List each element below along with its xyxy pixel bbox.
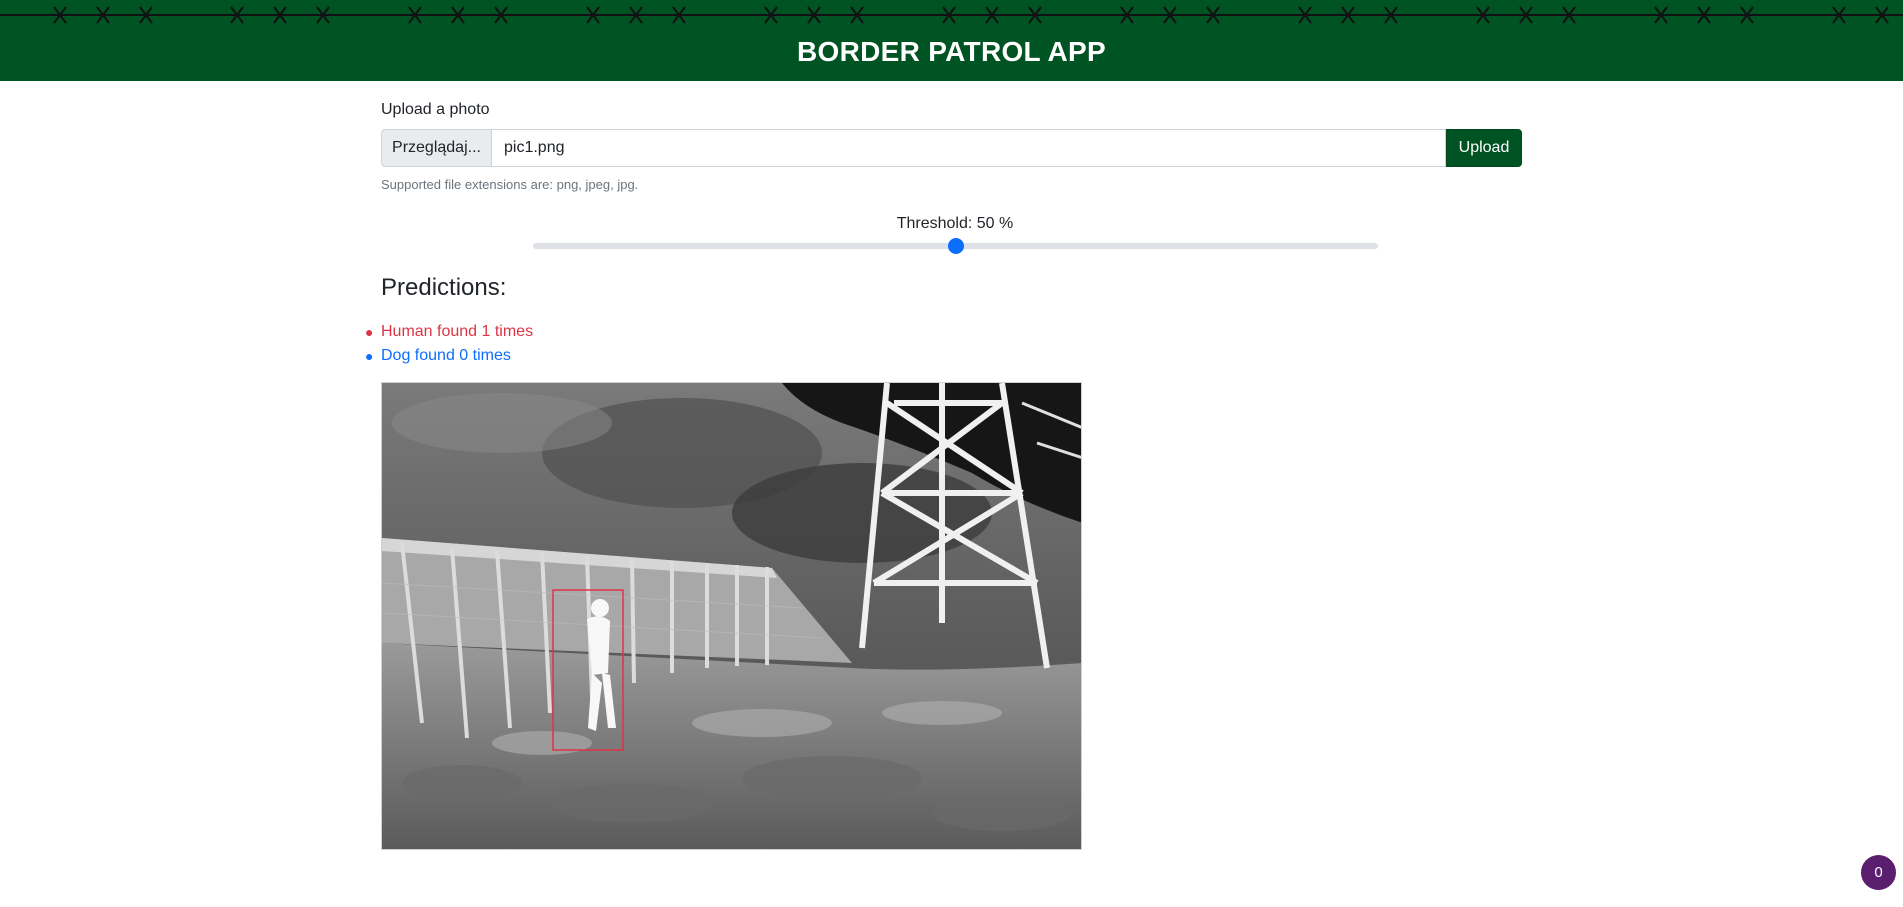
barb-icon: [1119, 6, 1135, 24]
barb-icon: [1874, 6, 1890, 24]
threshold-slider-thumb[interactable]: [947, 238, 964, 254]
barb-icon: [585, 6, 601, 24]
barb-icon: [138, 6, 154, 24]
barb-icon: [806, 6, 822, 24]
barb-icon: [1739, 6, 1755, 24]
upload-label: Upload a photo: [381, 101, 490, 118]
barb-icon: [450, 6, 466, 24]
barb-icon: [1205, 6, 1221, 24]
prediction-dog: ● Dog found 0 times: [365, 344, 533, 368]
browse-button[interactable]: Przeglądaj...: [381, 129, 492, 167]
notification-badge[interactable]: 0: [1861, 855, 1896, 890]
barbed-wire-decoration: [0, 6, 1903, 24]
barb-icon: [1297, 6, 1313, 24]
predictions-list: ● Human found 1 times ● Dog found 0 time…: [365, 320, 534, 368]
barb-icon: [493, 6, 509, 24]
barb-icon: [95, 6, 111, 24]
barb-icon: [763, 6, 779, 24]
barb-icon: [941, 6, 957, 24]
barb-icon: [1027, 6, 1043, 24]
prediction-human: ● Human found 1 times: [365, 320, 534, 344]
bullet-icon: ●: [365, 324, 374, 340]
barb-icon: [229, 6, 245, 24]
file-name-field[interactable]: pic1.png: [492, 129, 1446, 167]
app-title: BORDER PATROL APP: [797, 36, 1106, 67]
barb-icon: [671, 6, 687, 24]
threshold-label: Threshold: 50 %: [896, 215, 1014, 232]
upload-button[interactable]: Upload: [1446, 129, 1522, 167]
barb-icon: [1340, 6, 1356, 24]
barb-icon: [628, 6, 644, 24]
barb-icon: [1831, 6, 1847, 24]
barb-icon: [1383, 6, 1399, 24]
file-extension-help: Supported file extensions are: png, jpeg…: [381, 177, 639, 192]
predictions-heading: Predictions:: [381, 274, 507, 301]
file-input-group: Przeglądaj... pic1.png Upload: [381, 129, 1522, 167]
app-header: BORDER PATROL APP: [0, 0, 1903, 81]
barb-icon: [407, 6, 423, 24]
bullet-icon: ●: [365, 348, 374, 364]
barb-icon: [315, 6, 331, 24]
barb-icon: [1696, 6, 1712, 24]
barb-icon: [1561, 6, 1577, 24]
barb-icon: [984, 6, 1000, 24]
prediction-dog-text: Dog found 0 times: [381, 347, 511, 364]
barb-icon: [1653, 6, 1669, 24]
barb-icon: [849, 6, 865, 24]
barb-icon: [1162, 6, 1178, 24]
barb-icon: [52, 6, 68, 24]
barb-icon: [272, 6, 288, 24]
prediction-result-image: [381, 382, 1082, 850]
barb-icon: [1518, 6, 1534, 24]
barb-icon: [1475, 6, 1491, 24]
prediction-human-text: Human found 1 times: [381, 323, 534, 340]
